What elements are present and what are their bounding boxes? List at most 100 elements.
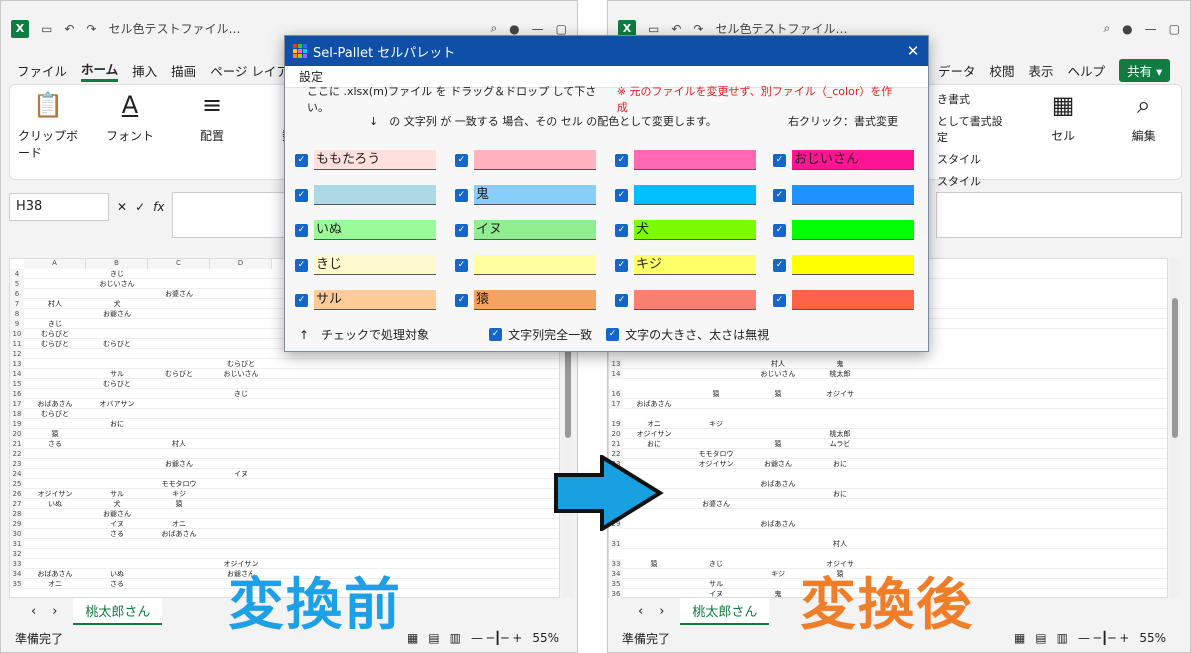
row-number[interactable]: 17 xyxy=(10,399,24,409)
entry-text-field[interactable] xyxy=(792,185,914,205)
cell[interactable]: サル xyxy=(86,369,148,379)
cell[interactable] xyxy=(210,419,272,429)
format-as-table[interactable]: として書式設定 xyxy=(937,113,1012,145)
minimize-button[interactable]: — xyxy=(1145,22,1157,36)
row-number[interactable]: 17 xyxy=(609,399,623,409)
normal-view-icon[interactable]: ▦ xyxy=(407,631,418,645)
row-number[interactable]: 8 xyxy=(10,309,24,319)
cell[interactable] xyxy=(24,469,86,479)
cell[interactable]: オニ xyxy=(24,579,86,589)
cell[interactable] xyxy=(210,349,272,359)
avatar[interactable]: ● xyxy=(509,22,519,36)
cell[interactable] xyxy=(24,449,86,459)
cell[interactable] xyxy=(747,429,809,439)
cell[interactable] xyxy=(86,429,148,439)
row-number[interactable]: 11 xyxy=(10,339,24,349)
cell[interactable] xyxy=(809,479,871,489)
cell[interactable]: お爺さん xyxy=(86,509,148,519)
cell[interactable] xyxy=(210,479,272,489)
palette-entry[interactable]: ✓ xyxy=(773,289,914,311)
palette-entry[interactable]: ✓ xyxy=(773,219,914,241)
cell[interactable] xyxy=(148,349,210,359)
cell[interactable]: モモタロウ xyxy=(685,449,747,459)
cell[interactable] xyxy=(623,579,685,589)
entry-checkbox[interactable]: ✓ xyxy=(615,293,628,307)
row-number[interactable]: 33 xyxy=(10,559,24,569)
tab-help[interactable]: ヘルプ xyxy=(1068,61,1106,80)
cell[interactable] xyxy=(86,289,148,299)
entry-checkbox[interactable]: ✓ xyxy=(295,153,308,167)
palette-entry[interactable]: ✓ 鬼 xyxy=(455,184,596,206)
cell[interactable]: きじ xyxy=(86,269,148,279)
entry-text-field[interactable] xyxy=(792,290,914,310)
entry-text-field[interactable]: きじ xyxy=(314,255,436,275)
entry-checkbox[interactable]: ✓ xyxy=(615,223,628,237)
cell[interactable]: お爺さん xyxy=(747,459,809,469)
palette-entry[interactable]: ✓ 猿 xyxy=(455,289,596,311)
cell[interactable] xyxy=(24,559,86,569)
palette-entry[interactable]: ✓ イヌ xyxy=(455,219,596,241)
palette-entry[interactable]: ✓ xyxy=(455,254,596,276)
cell[interactable] xyxy=(685,489,747,499)
cell[interactable]: 桃太郎 xyxy=(809,369,871,379)
cell[interactable] xyxy=(24,539,86,549)
share-button[interactable]: 共有 ▾ xyxy=(1119,58,1171,82)
row-number[interactable]: 27 xyxy=(10,499,24,509)
vertical-scrollbar[interactable] xyxy=(1170,258,1180,598)
cell[interactable]: イヌ xyxy=(210,469,272,479)
entry-text-field[interactable] xyxy=(634,290,756,310)
cells-button[interactable]: ▦ セル xyxy=(1034,91,1093,173)
zoom-slider[interactable]: — ─┃─ + xyxy=(471,631,522,645)
entry-checkbox[interactable]: ✓ xyxy=(615,188,628,202)
cell[interactable]: おばあさん xyxy=(148,529,210,539)
cell[interactable] xyxy=(685,429,747,439)
cell[interactable] xyxy=(148,549,210,559)
cell[interactable] xyxy=(210,439,272,449)
cell[interactable] xyxy=(148,319,210,329)
cell[interactable] xyxy=(210,339,272,349)
cell[interactable] xyxy=(24,359,86,369)
row-number[interactable]: 25 xyxy=(10,479,24,489)
cell[interactable]: きじ xyxy=(685,559,747,569)
cell[interactable]: 犬 xyxy=(86,299,148,309)
entry-checkbox[interactable]: ✓ xyxy=(615,153,628,167)
cell[interactable] xyxy=(685,369,747,379)
column-header[interactable]: C xyxy=(148,259,210,269)
tab-insert[interactable]: 挿入 xyxy=(132,61,157,80)
cell[interactable] xyxy=(210,399,272,409)
palette-entry[interactable]: ✓ xyxy=(773,254,914,276)
cell[interactable]: 猿 xyxy=(747,439,809,449)
redo-icon[interactable]: ↷ xyxy=(693,22,703,36)
cell[interactable] xyxy=(623,569,685,579)
cell[interactable]: おじいさん xyxy=(747,369,809,379)
cell[interactable] xyxy=(210,409,272,419)
cell[interactable] xyxy=(148,569,210,579)
cell[interactable]: オジイサン xyxy=(24,489,86,499)
enter-icon[interactable]: ✓ xyxy=(135,200,145,214)
cell[interactable] xyxy=(148,359,210,369)
cell[interactable] xyxy=(747,489,809,499)
cell[interactable] xyxy=(148,269,210,279)
cell[interactable] xyxy=(809,519,871,529)
cell[interactable] xyxy=(24,419,86,429)
cell[interactable]: おばあさん xyxy=(24,569,86,579)
row-number[interactable]: 32 xyxy=(10,549,24,559)
cell[interactable] xyxy=(86,559,148,569)
cell[interactable] xyxy=(210,459,272,469)
fx-icon[interactable]: fx xyxy=(153,200,164,214)
tab-file[interactable]: ファイル xyxy=(17,61,67,80)
row-number[interactable]: 15 xyxy=(10,379,24,389)
cell[interactable]: モモタロウ xyxy=(148,479,210,489)
entry-checkbox[interactable]: ✓ xyxy=(455,188,468,202)
cell[interactable]: おに xyxy=(809,459,871,469)
row-number[interactable]: 5 xyxy=(10,279,24,289)
maximize-button[interactable]: ▢ xyxy=(1169,22,1180,36)
cancel-icon[interactable]: ✕ xyxy=(117,200,127,214)
save-icon[interactable]: ▭ xyxy=(41,22,52,36)
entry-checkbox[interactable]: ✓ xyxy=(773,293,786,307)
cell[interactable] xyxy=(210,539,272,549)
palette-entry[interactable]: ✓ いぬ xyxy=(295,219,436,241)
row-number[interactable]: 28 xyxy=(10,509,24,519)
row-number[interactable]: 9 xyxy=(10,319,24,329)
entry-text-field[interactable]: 犬 xyxy=(634,220,756,240)
